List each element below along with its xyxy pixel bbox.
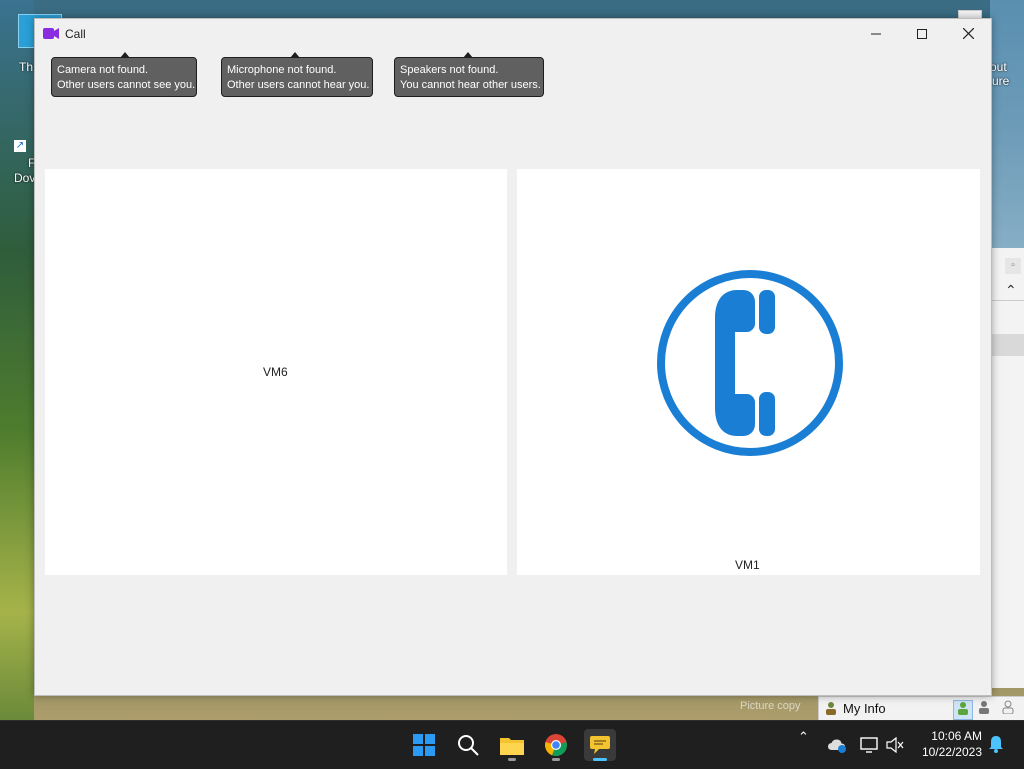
phone-icon (657, 270, 843, 456)
chrome-button[interactable] (540, 729, 572, 761)
desktop-icon-label: Dov (14, 171, 36, 185)
status-away-icon[interactable] (975, 700, 993, 718)
chat-app-icon (590, 736, 610, 754)
tooltip-title: Microphone not found. (227, 64, 337, 76)
minimize-button[interactable] (853, 19, 899, 49)
clock-time: 10:06 AM (931, 729, 982, 743)
running-indicator (552, 758, 560, 761)
status-offline-icon[interactable] (999, 700, 1017, 718)
search-button[interactable] (452, 729, 484, 761)
user-icon (826, 702, 836, 715)
divider (991, 300, 1024, 301)
shortcut-arrow-icon: ↗ (14, 140, 26, 152)
tooltip-message: You cannot hear other users. (400, 79, 541, 91)
local-video-panel: VM6 (45, 169, 507, 575)
windows-start-button[interactable] (408, 729, 440, 761)
maximize-icon (917, 29, 927, 39)
display-icon[interactable] (860, 737, 878, 753)
tooltip-message: Other users cannot hear you. (227, 79, 370, 91)
chevron-up-icon[interactable]: ⌃ (798, 729, 809, 745)
notification-bell-icon[interactable] (988, 735, 1004, 753)
file-explorer-icon (500, 738, 524, 755)
wallpaper-caption: Picture copy (740, 700, 801, 712)
chrome-icon (545, 734, 567, 757)
close-icon (962, 27, 974, 40)
tooltip-title: Camera not found. (57, 64, 149, 76)
desktop-icon-label: Th (19, 60, 34, 74)
file-explorer-button[interactable] (496, 729, 528, 761)
clock-date: 10/22/2023 (921, 745, 982, 759)
running-indicator (593, 758, 607, 761)
search-icon (458, 735, 479, 756)
maximize-button[interactable] (899, 19, 945, 49)
status-online-icon[interactable] (953, 700, 973, 720)
taskbar-clock[interactable]: 10:06 AM 10/22/2023 (910, 728, 982, 760)
running-indicator (508, 758, 516, 761)
myinfo-bar: My Info (818, 696, 1024, 721)
speakers-not-found-tooltip: Speakers not found. You cannot hear othe… (394, 52, 544, 97)
microphone-not-found-tooltip: Microphone not found. Other users cannot… (221, 52, 373, 97)
window-title: Call (65, 27, 86, 41)
call-window: Call Camera not found. Other users canno… (34, 18, 992, 696)
onedrive-icon[interactable] (828, 737, 848, 753)
minimize-icon (871, 33, 881, 35)
desktop-icon-label: ure (992, 74, 1010, 88)
background-app-window: ▫ ⌃ (990, 248, 1024, 688)
video-camera-icon (43, 28, 59, 39)
remote-video-panel: VM1 (517, 169, 980, 575)
selected-row[interactable] (991, 334, 1024, 356)
chat-app-button[interactable] (584, 729, 616, 761)
close-button[interactable] (945, 19, 991, 49)
camera-not-found-tooltip: Camera not found. Other users cannot see… (51, 52, 197, 97)
participant-name: VM1 (735, 558, 760, 572)
participant-name: VM6 (263, 365, 288, 379)
myinfo-label[interactable]: My Info (843, 701, 886, 716)
desktop-icon-label: out (990, 60, 1007, 74)
speaker-muted-icon[interactable] (886, 737, 904, 753)
tooltip-title: Speakers not found. (400, 64, 499, 76)
scroll-button[interactable]: ▫ (1005, 258, 1021, 274)
desktop-wallpaper-left (0, 0, 34, 720)
windows-start-icon (413, 734, 435, 756)
chevron-up-icon[interactable]: ⌃ (1005, 282, 1017, 299)
title-bar[interactable]: Call (35, 19, 991, 49)
desktop-wallpaper-right (990, 0, 1024, 250)
taskbar: ⌃ (0, 720, 1024, 769)
tooltip-message: Other users cannot see you. (57, 79, 196, 91)
